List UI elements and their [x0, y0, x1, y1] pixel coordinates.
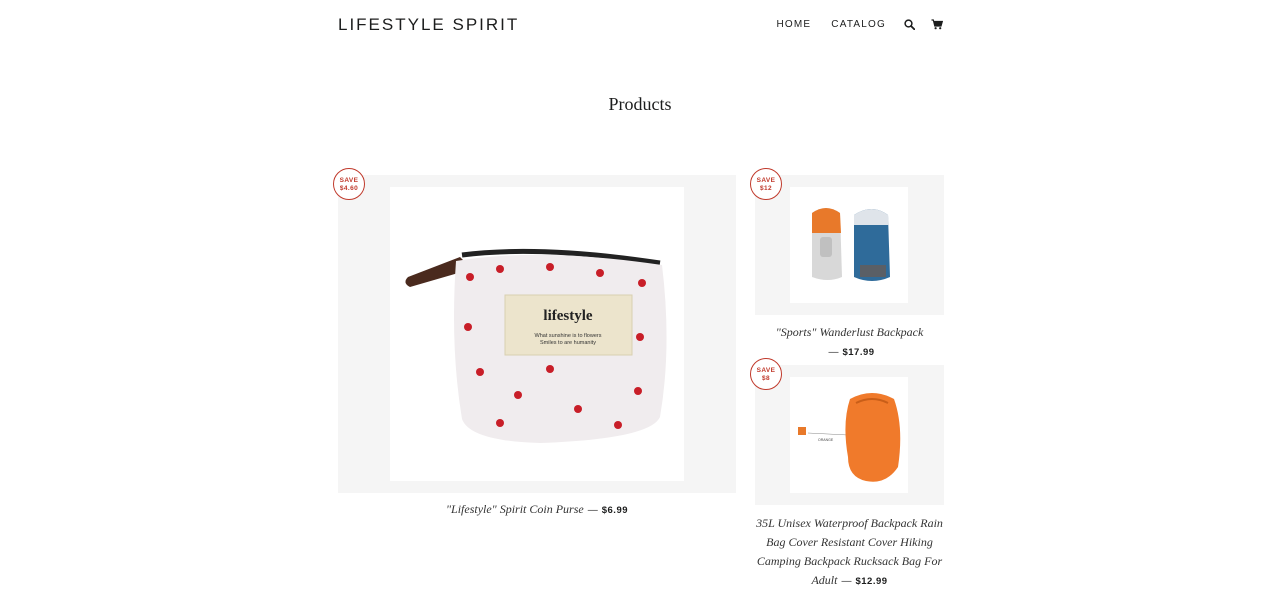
product-image-coin-purse: lifestyle What sunshine is to flowers Sm… [390, 187, 684, 481]
save-badge-label: SAVE [756, 367, 776, 374]
product-caption: "Sports" Wanderlust Backpack — $17.99 [753, 323, 946, 362]
product-title: "Sports" Wanderlust Backpack [775, 325, 924, 339]
nav-catalog[interactable]: CATALOG [831, 19, 886, 30]
cart-icon[interactable] [930, 17, 944, 31]
product-card-coin-purse[interactable]: lifestyle What sunshine is to flowers Sm… [333, 168, 736, 520]
product-title: "Lifestyle" Spirit Coin Purse [445, 502, 584, 516]
product-price: $12.99 [855, 576, 888, 587]
purse-label-subtext-2: Smiles to are humanity [540, 340, 596, 346]
color-label-text: ORANGE [818, 438, 834, 442]
main-nav: HOME CATALOG [776, 17, 944, 31]
search-icon[interactable] [902, 17, 916, 31]
product-image-rain-cover: ORANGE [790, 377, 908, 493]
site-header: LIFESTYLE SPIRIT HOME CATALOG [338, 0, 944, 50]
save-badge-label: SAVE [339, 177, 359, 184]
save-badge: SAVE $4.60 [333, 168, 365, 200]
product-caption: "Lifestyle" Spirit Coin Purse — $6.99 [338, 500, 736, 520]
save-badge-amount: $8 [761, 375, 771, 382]
save-badge-label: SAVE [756, 177, 776, 184]
product-price: $17.99 [842, 347, 875, 358]
product-price: $6.99 [601, 505, 629, 516]
price-separator: — [841, 576, 852, 587]
page-title: Products [608, 94, 672, 114]
price-separator: — [587, 505, 598, 516]
price-separator: — [828, 347, 839, 358]
save-badge-amount: $12 [759, 185, 773, 192]
save-badge-amount: $4.60 [339, 185, 359, 192]
product-card-wanderlust-backpack[interactable]: SAVE $12 "Sports" Wanderlust Backpack — $1… [750, 168, 946, 362]
product-caption: 35L Unisex Waterproof Backpack Rain Bag … [753, 514, 946, 589]
save-badge: SAVE $12 [750, 168, 782, 200]
purse-label-subtext-1: What sunshine is to flowers [535, 333, 602, 339]
nav-home[interactable]: HOME [776, 19, 811, 30]
product-card-rain-cover[interactable]: ORANGE SAVE $8 35L Unisex Waterproof Bac… [750, 358, 946, 589]
site-logo[interactable]: LIFESTYLE SPIRIT [338, 15, 519, 35]
save-badge: SAVE $8 [750, 358, 782, 390]
purse-label-text: lifestyle [543, 308, 592, 324]
product-image-backpack [790, 187, 908, 303]
